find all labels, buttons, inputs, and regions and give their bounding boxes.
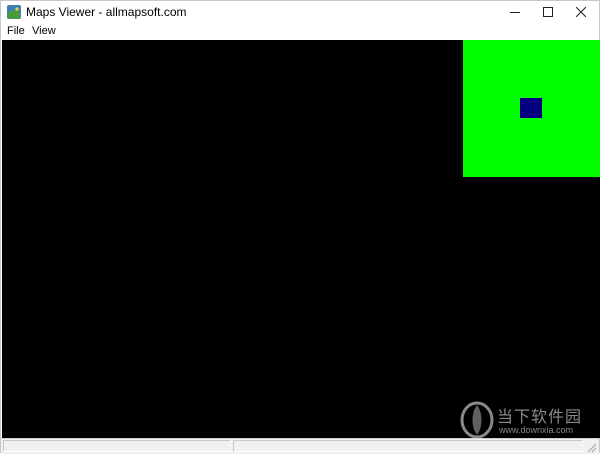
maximize-icon (543, 7, 553, 17)
status-pane-2 (233, 440, 583, 452)
menu-bar: File View (1, 23, 599, 40)
title-bar[interactable]: Maps Viewer - allmapsoft.com (1, 1, 599, 23)
watermark-title: 当下软件园 (497, 407, 583, 426)
status-bar (1, 438, 599, 454)
status-pane-1 (3, 440, 231, 452)
app-window: Maps Viewer - allmapsoft.com File View 当… (0, 0, 600, 454)
watermark-url: www.downxia.com (499, 425, 574, 435)
watermark-logo-icon (460, 401, 494, 438)
watermark: 当下软件园 www.downxia.com (459, 401, 589, 438)
map-canvas[interactable]: 当下软件园 www.downxia.com (2, 40, 600, 438)
close-icon (576, 7, 586, 17)
minimize-icon (510, 12, 520, 13)
maximize-button[interactable] (531, 1, 565, 23)
minimize-button[interactable] (498, 1, 532, 23)
resize-grip-icon[interactable] (585, 441, 597, 453)
viewport-marker[interactable] (520, 98, 542, 118)
window-title: Maps Viewer - allmapsoft.com (26, 5, 187, 19)
globe-map-icon (7, 5, 21, 19)
overview-map[interactable] (463, 40, 600, 177)
close-button[interactable] (564, 1, 598, 23)
menu-file[interactable]: File (7, 25, 25, 37)
menu-view[interactable]: View (32, 25, 56, 37)
